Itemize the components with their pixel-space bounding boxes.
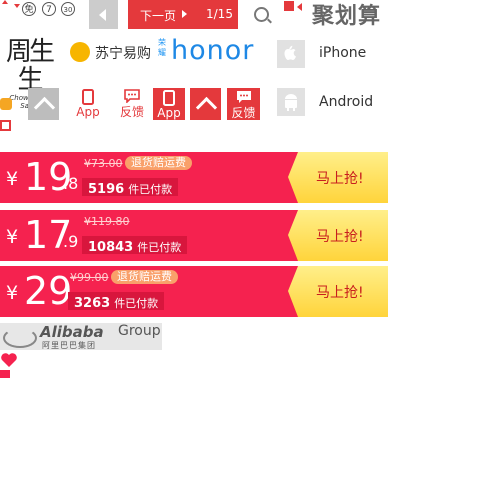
deal-card[interactable]: ¥ 17 .9 ¥119.80 10843 件已付款 马上抢! [0,210,388,261]
prev-page-button[interactable] [89,0,118,29]
currency-symbol: ¥ [6,282,19,304]
sold-count: 10843 [88,240,134,255]
alibaba-group: Group [118,323,161,339]
next-page-button[interactable]: 下一页 1/15 [128,0,238,29]
suning-lion-icon [70,42,90,62]
app-label: App [76,105,100,119]
phone-icon [82,89,94,105]
grab-now-label: 马上抢! [316,285,364,301]
currency-symbol: ¥ [6,168,19,190]
feedback-button[interactable]: 反馈 [227,88,260,120]
original-price: ¥99.00 [70,271,109,284]
caret-down-icon [14,4,20,8]
app-label: App [157,106,181,120]
chevron-up-icon [33,96,56,119]
apple-icon[interactable] [277,40,305,68]
price-decimal: .9 [63,232,79,251]
chat-icon [236,91,251,103]
app-link[interactable]: App [72,89,104,121]
alibaba-cn: 阿里巴巴集团 [42,341,96,350]
return-shipping-badge: 退货赔运费 [125,156,192,170]
brand-title: 聚划算 [312,4,382,29]
clock-icon [0,98,12,110]
feedback-link[interactable]: 反馈 [117,89,147,121]
gift-icon [0,120,11,131]
search-icon[interactable] [254,7,269,22]
sold-unit: 件已付款 [114,297,159,310]
iphone-label[interactable]: iPhone [319,45,366,61]
honor-tag: 荣耀 [158,38,166,57]
app-button[interactable]: App [153,88,185,120]
heart-icon [1,353,17,367]
phone-icon [163,90,175,106]
original-price: ¥73.00 [84,157,123,170]
page-indicator: 1/15 [206,7,233,21]
sold-count: 5196 [88,182,125,197]
sold-count-box: 3263 件已付款 [68,292,165,311]
alibaba-name: Alibaba [40,323,104,341]
return-shipping-badge: 退货赔运费 [111,270,178,284]
scroll-top-button-red[interactable] [190,88,221,120]
next-page-label: 下一页 [140,9,177,23]
grab-now-button[interactable]: 马上抢! [288,210,388,261]
deal-card[interactable]: ¥ 29 ¥99.00 退货赔运费 3263 件已付款 马上抢! [0,266,388,317]
android-label[interactable]: Android [319,94,373,110]
sold-unit: 件已付款 [128,183,173,196]
scroll-top-button-grey[interactable] [28,88,59,120]
currency-symbol: ¥ [6,226,19,248]
alibaba-group-logo[interactable]: Alibaba Group 阿里巴巴集团 [0,323,162,350]
seven-day-return-icon: 7 [42,2,56,16]
sold-count-box: 5196 件已付款 [82,178,179,197]
chow-sang-sang-cn: 周生生 [5,37,55,95]
suning-label: 苏宁易购 [95,46,151,62]
chat-icon [124,89,140,103]
bookmark-icon [0,370,10,378]
arrow-left-icon [297,3,302,11]
feedback-label: 反馈 [119,105,144,119]
flag-icon [284,1,294,11]
grab-now-button[interactable]: 马上抢! [288,152,388,203]
sold-unit: 件已付款 [137,241,182,254]
feedback-label: 反馈 [231,106,256,120]
price-decimal: .8 [63,174,79,193]
grab-now-label: 马上抢! [316,171,364,187]
price-integer: 29 [24,269,73,313]
original-price: ¥119.80 [84,215,130,228]
thirty-day-icon: 30 [61,2,75,16]
chevron-up-icon [195,96,218,119]
honor-label: honor [171,35,255,66]
android-icon[interactable] [277,88,305,116]
sold-count-box: 10843 件已付款 [82,236,188,255]
alibaba-swoosh-icon [3,328,37,348]
grab-now-button[interactable]: 马上抢! [288,266,388,317]
grab-now-label: 马上抢! [316,229,364,245]
deal-card[interactable]: ¥ 19 .8 ¥73.00 退货赔运费 5196 件已付款 马上抢! [0,152,388,203]
chevron-right-icon [182,10,187,18]
sold-count: 3263 [74,296,111,311]
caret-up-icon [2,0,8,4]
free-shipping-icon: 免 [22,2,36,16]
